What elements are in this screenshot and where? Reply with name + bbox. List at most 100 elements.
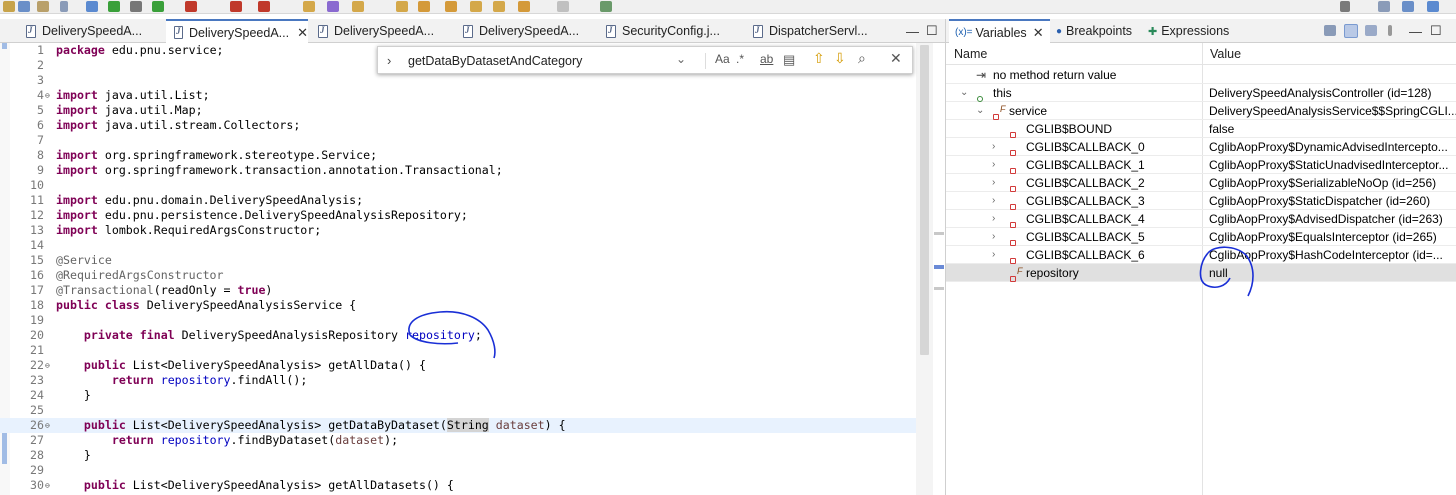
variable-row[interactable]: ⌄ this DeliverySpeedAnalysisController (i… <box>946 84 1456 102</box>
view-menu-icon[interactable] <box>1388 25 1392 36</box>
variable-row[interactable]: › CGLIB$CALLBACK_6 CglibAopProxy$HashCode… <box>946 246 1456 264</box>
terminate-icon[interactable] <box>230 1 242 12</box>
search-in-selection-icon[interactable]: ▤ <box>783 52 795 68</box>
find-next-icon[interactable]: ⇩ <box>834 50 846 67</box>
minimize-view-icon[interactable]: — <box>1409 19 1422 43</box>
close-tab-icon[interactable]: ✕ <box>297 25 308 41</box>
perspective-java-icon[interactable] <box>1378 1 1390 12</box>
name-column-header[interactable]: Name <box>946 43 1202 65</box>
fold-icon[interactable]: ⊖ <box>45 88 50 103</box>
editor-tab-5[interactable]: SecurityConfig.j... <box>598 19 738 43</box>
expand-icon[interactable]: › <box>992 138 995 156</box>
quick-access-search-icon[interactable] <box>1340 1 1350 12</box>
variable-row[interactable]: › CGLIB$CALLBACK_3 CglibAopProxy$StaticDi… <box>946 192 1456 210</box>
show-type-names-icon[interactable] <box>1324 25 1336 36</box>
history-back-icon[interactable] <box>518 1 530 12</box>
editor-tab-2[interactable]: DeliverySpeedA... ✕ <box>166 19 308 44</box>
overview-ruler-mark[interactable] <box>934 287 944 290</box>
prev-edit-icon[interactable] <box>418 1 430 12</box>
variable-value: CglibAopProxy$EqualsInterceptor (id=265) <box>1209 230 1437 244</box>
expand-icon[interactable]: › <box>992 192 995 210</box>
run-dropdown-icon[interactable] <box>130 1 142 12</box>
annotation-icon[interactable] <box>396 1 408 12</box>
close-view-icon[interactable]: ✕ <box>1033 25 1044 41</box>
pin-editor-icon[interactable] <box>600 1 612 12</box>
maximize-editor-icon[interactable]: ☐ <box>926 19 938 43</box>
editor-tab-4[interactable]: DeliverySpeedA... <box>455 19 595 43</box>
collapse-all-icon[interactable] <box>1365 25 1377 36</box>
code-line: 30 ⊖ public List<DeliverySpeedAnalysis> g… <box>30 478 454 493</box>
code-line: 15 @Service <box>30 253 112 267</box>
code-line: 18 public class DeliverySpeedAnalysisServ… <box>30 298 357 312</box>
fold-icon[interactable]: ⊖ <box>45 418 50 433</box>
perspective-debug-icon[interactable] <box>1402 1 1414 12</box>
variable-value: CglibAopProxy$SerializableNoOp (id=256) <box>1209 176 1437 190</box>
expand-icon[interactable]: › <box>992 228 995 246</box>
perspective-other-icon[interactable] <box>1427 1 1439 12</box>
variable-row[interactable]: › CGLIB$CALLBACK_5 CglibAopProxy$EqualsIn… <box>946 228 1456 246</box>
collapse-icon[interactable]: ⌄ <box>960 84 968 102</box>
regex-toggle[interactable]: .* <box>736 52 744 66</box>
collapse-icon[interactable]: ⌄ <box>976 102 984 120</box>
private-field-icon <box>1010 276 1016 282</box>
expand-replace-icon[interactable]: › <box>387 53 391 68</box>
run-icon[interactable] <box>152 1 164 12</box>
code-editor[interactable]: 1 package edu.pnu.service; 2 3 4 ⊖ import j… <box>0 43 933 495</box>
expand-icon[interactable]: › <box>992 156 995 174</box>
variable-row-selected[interactable]: Frepository null <box>946 264 1456 282</box>
forward-icon[interactable] <box>493 1 505 12</box>
editor-tab-6[interactable]: DispatcherServl... <box>745 19 895 43</box>
value-column-header[interactable]: Value <box>1202 43 1456 65</box>
new-folder-icon[interactable] <box>303 1 315 12</box>
next-annotation-icon[interactable] <box>445 1 457 12</box>
expand-icon[interactable]: › <box>992 246 995 264</box>
expand-icon[interactable]: › <box>992 210 995 228</box>
disconnect-icon[interactable] <box>258 1 270 12</box>
debug-toolbar-icon[interactable] <box>3 1 15 12</box>
expand-icon[interactable]: › <box>992 174 995 192</box>
search-icon[interactable] <box>60 1 68 12</box>
tab-breakpoints[interactable]: ● Breakpoints <box>1056 19 1132 43</box>
find-previous-icon[interactable]: ⇧ <box>813 50 825 67</box>
close-find-icon[interactable]: ✕ <box>890 50 902 67</box>
history-forward-icon[interactable] <box>557 1 569 12</box>
editor-tab-1[interactable]: DeliverySpeedA... <box>18 19 158 43</box>
tab-label: DeliverySpeedA... <box>42 24 143 38</box>
skip-breakpoints-icon[interactable] <box>18 1 30 12</box>
scrollbar-thumb[interactable] <box>920 45 929 355</box>
variable-row[interactable]: CGLIB$BOUND false <box>946 120 1456 138</box>
tab-variables[interactable]: (x)= Variables ✕ <box>949 19 1050 44</box>
fold-icon[interactable]: ⊖ <box>45 478 50 493</box>
search-all-icon[interactable]: ⌕ <box>858 50 866 67</box>
open-type-icon[interactable] <box>37 1 49 12</box>
play-icon[interactable] <box>108 1 120 12</box>
search-history-dropdown-icon[interactable]: ⌄ <box>676 52 686 66</box>
tools-icon[interactable] <box>352 1 364 12</box>
whole-word-toggle[interactable]: ab <box>760 52 773 66</box>
minimize-editor-icon[interactable]: — <box>906 19 919 43</box>
back-icon[interactable] <box>470 1 482 12</box>
stop-icon[interactable] <box>185 1 197 12</box>
variable-row[interactable]: › CGLIB$CALLBACK_4 CglibAopProxy$AdvisedD… <box>946 210 1456 228</box>
tab-variables-label: Variables <box>975 25 1027 40</box>
variable-row[interactable]: › CGLIB$CALLBACK_2 CglibAopProxy$Serializ… <box>946 174 1456 192</box>
open-perspective-icon[interactable] <box>327 1 339 12</box>
editor-vertical-scrollbar[interactable] <box>916 43 933 495</box>
fold-icon[interactable]: ⊖ <box>45 358 50 373</box>
variable-name: no method return value <box>993 68 1117 82</box>
editor-tab-3[interactable]: DeliverySpeedA... <box>310 19 450 43</box>
tab-expressions[interactable]: ✚ Expressions <box>1148 19 1229 43</box>
maximize-view-icon[interactable]: ☐ <box>1430 19 1442 43</box>
variable-row[interactable]: ⇥ no method return value <box>946 66 1456 84</box>
variable-value: CglibAopProxy$HashCodeInterceptor (id=..… <box>1209 248 1443 262</box>
show-logical-structure-icon[interactable] <box>1344 24 1358 38</box>
debug-run-icon[interactable] <box>86 1 98 12</box>
variable-row[interactable]: ⌄ Fservice DeliverySpeedAnalysisService$$… <box>946 102 1456 120</box>
variable-name: CGLIB$BOUND <box>1026 122 1113 136</box>
case-sensitive-toggle[interactable]: Aa <box>715 52 730 66</box>
find-input[interactable] <box>408 51 693 71</box>
overview-ruler-mark[interactable] <box>934 232 944 235</box>
variable-row[interactable]: › CGLIB$CALLBACK_1 CglibAopProxy$StaticUn… <box>946 156 1456 174</box>
overview-ruler-current-mark[interactable] <box>934 265 944 269</box>
variable-row[interactable]: › CGLIB$CALLBACK_0 CglibAopProxy$DynamicA… <box>946 138 1456 156</box>
